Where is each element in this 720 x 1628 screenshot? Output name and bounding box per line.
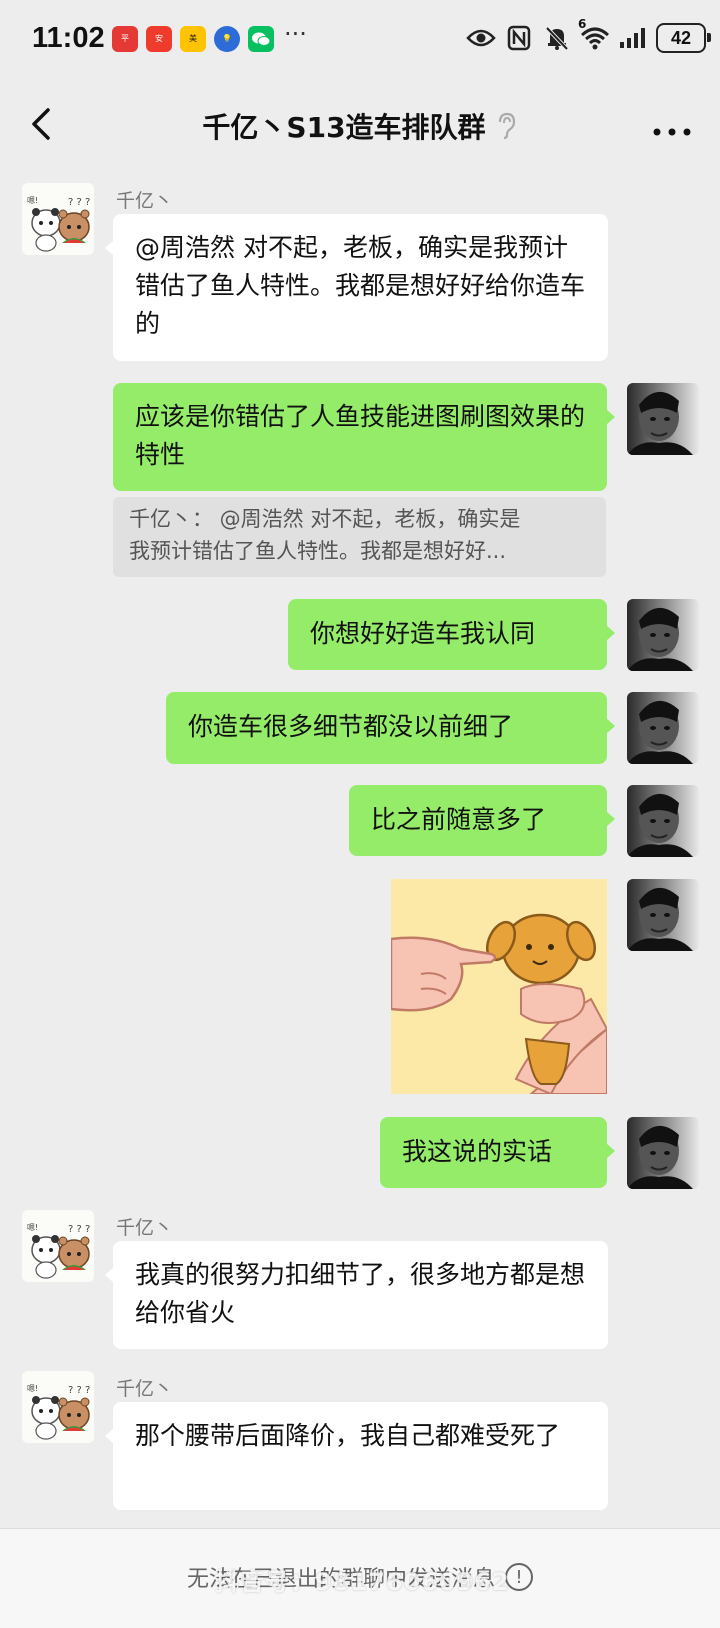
mute-bell-icon <box>542 23 572 53</box>
avatar-self[interactable] <box>627 383 699 455</box>
man-portrait-avatar-icon <box>627 383 699 455</box>
message-bubble-outgoing[interactable]: 你想好好造车我认同 <box>288 599 615 670</box>
avatar-self[interactable] <box>627 879 699 951</box>
message-text: @周浩然 对不起，老板，确实是我预计错估了鱼人特性。我都是想好好给你造车的 <box>135 233 586 338</box>
more-notifications-icon: ··· <box>284 20 307 48</box>
message-bubble-outgoing[interactable]: 应该是你错估了人鱼技能进图刷图效果的特性 <box>113 383 615 491</box>
bubble-tail <box>606 718 615 734</box>
avatar-sender-qianyi[interactable] <box>22 1371 94 1443</box>
nfc-icon <box>504 23 534 53</box>
avatar-sender-qianyi[interactable] <box>22 183 94 255</box>
message-text: 那个腰带后面降价，我自己都难受死了 <box>135 1421 561 1450</box>
man-portrait-avatar-icon <box>627 692 699 764</box>
man-portrait-avatar-icon <box>627 879 699 951</box>
more-options-button[interactable] <box>652 110 692 145</box>
panda-bear-avatar-icon <box>22 1371 94 1443</box>
message-bubble-incoming[interactable]: @周浩然 对不起，老板，确实是我预计错估了鱼人特性。我都是想好好给你造车的 <box>105 214 608 361</box>
tips-icon: 💡 <box>214 26 240 52</box>
message-bubble-outgoing[interactable]: 你造车很多细节都没以前细了 <box>166 692 615 764</box>
avatar-self[interactable] <box>627 1117 699 1189</box>
bubble-tail <box>606 1143 615 1159</box>
status-time: 11:02 <box>32 22 105 54</box>
message-text: 你造车很多细节都没以前细了 <box>188 712 514 741</box>
sender-name: 千亿丶 <box>116 190 174 212</box>
more-dots-icon <box>653 128 691 136</box>
quote-line: 我预计错估了鱼人特性。我都是想好好... <box>129 539 507 563</box>
sender-name: 千亿丶 <box>116 1217 174 1239</box>
message-text: 我这说的实话 <box>402 1137 553 1166</box>
avatar-sender-qianyi[interactable] <box>22 1210 94 1282</box>
man-portrait-avatar-icon <box>627 1117 699 1189</box>
pingan-app-icon: 安 <box>146 26 172 52</box>
chat-title-container: 千亿丶S13造车排队群 <box>0 106 720 146</box>
message-bubble-outgoing[interactable]: 比之前随意多了 <box>349 785 615 856</box>
meituan-icon: 美 <box>180 26 206 52</box>
panda-bear-avatar-icon <box>22 1210 94 1282</box>
bubble-tail <box>105 1267 114 1283</box>
message-bubble-incoming[interactable]: 那个腰带后面降价，我自己都难受死了 <box>105 1402 608 1510</box>
sticker-message[interactable] <box>391 879 607 1094</box>
wechat-icon <box>248 26 274 52</box>
eye-icon <box>466 23 496 53</box>
chat-title: 千亿丶S13造车排队群 <box>202 111 486 144</box>
man-portrait-avatar-icon <box>627 785 699 857</box>
pingan-bank-icon: 平 <box>112 26 138 52</box>
message-bubble-incoming[interactable]: 我真的很努力扣细节了，很多地方都是想给你省火 <box>105 1241 608 1349</box>
message-text: 我真的很努力扣细节了，很多地方都是想给你省火 <box>135 1260 586 1327</box>
quote-line: 千亿丶： @周浩然 对不起，老板，确实是 <box>129 507 521 531</box>
dog-pointing-sticker-icon <box>391 879 607 1094</box>
bubble-tail <box>105 1428 114 1444</box>
bubble-tail <box>606 625 615 641</box>
message-bubble-outgoing[interactable]: 我这说的实话 <box>380 1117 615 1188</box>
bubble-tail <box>105 240 114 256</box>
chat-header: 千亿丶S13造车排队群 <box>0 80 720 170</box>
sender-name: 千亿丶 <box>116 1378 174 1400</box>
status-right: 6 42 <box>466 17 711 54</box>
bubble-tail <box>606 409 615 425</box>
signal-icon <box>618 23 648 53</box>
message-text: 你想好好造车我认同 <box>310 619 536 648</box>
wifi-icon: 6 <box>578 17 610 53</box>
avatar-self[interactable] <box>627 692 699 764</box>
bubble-tail <box>606 811 615 827</box>
battery-icon: 42 <box>656 23 711 53</box>
ear-muted-icon <box>498 112 515 140</box>
man-portrait-avatar-icon <box>627 599 699 671</box>
quoted-message[interactable]: 千亿丶： @周浩然 对不起，老板，确实是 我预计错估了鱼人特性。我都是想好好..… <box>113 497 606 577</box>
avatar-self[interactable] <box>627 599 699 671</box>
douyin-watermark: 抖音号：98176060962 <box>215 1568 510 1596</box>
message-text: 应该是你错估了人鱼技能进图刷图效果的特性 <box>135 402 586 469</box>
panda-bear-avatar-icon <box>22 183 94 255</box>
network-type-label: 6 <box>578 17 587 31</box>
status-bar: 11:02 平 安 美 💡 ··· 6 42 <box>0 0 720 80</box>
message-text: 比之前随意多了 <box>371 805 547 834</box>
avatar-self[interactable] <box>627 785 699 857</box>
